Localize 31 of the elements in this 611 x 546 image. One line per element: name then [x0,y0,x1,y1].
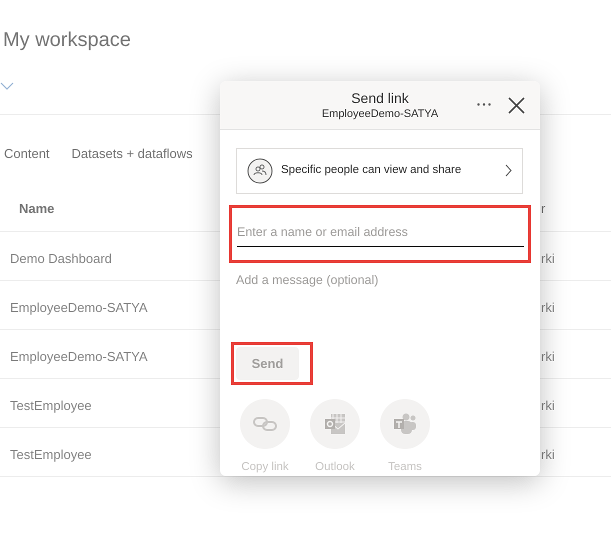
chevron-right-icon [505,164,512,178]
table-cell-text: Demo Dashboard [10,250,112,268]
table-cell-text: TestEmployee [10,397,92,415]
recipient-input-field[interactable]: Enter a name or email address [237,218,524,247]
table-cell-text: rki [541,348,555,366]
column-header[interactable]: Name [19,199,54,218]
tab[interactable]: Datasets + dataflows [72,144,193,164]
dialog-title: Send link [351,89,409,107]
message-field[interactable]: Add a message (optional) [236,270,523,321]
table-cell-text: rki [541,299,555,317]
permission-button[interactable]: Specific people can view and share [236,148,523,194]
dialog-subtitle: EmployeeDemo-SATYA [322,107,438,121]
share-option-label: Copy link [241,460,289,475]
people-group-icon [393,412,417,435]
close-icon [508,96,524,114]
table-cell-text: EmployeeDemo-SATYA [10,299,148,317]
share-option-label: Teams [388,460,422,475]
link-icon [253,416,277,431]
table-cell-text: rki [541,397,555,415]
more-icon [477,102,491,106]
tab[interactable]: Content [4,144,50,164]
people-icon [247,158,273,184]
mail-grid-icon [324,412,346,435]
table-cell-text: EmployeeDemo-SATYA [10,348,148,366]
column-header[interactable]: r [541,199,546,218]
share-option-label: Outlook [315,460,355,475]
table-cell-text: rki [541,250,555,268]
table-cell-text: TestEmployee [10,446,92,464]
page-title: My workspace [2,28,132,53]
table-cell-text: rki [541,446,555,464]
chevron-down-icon[interactable] [0,82,14,90]
